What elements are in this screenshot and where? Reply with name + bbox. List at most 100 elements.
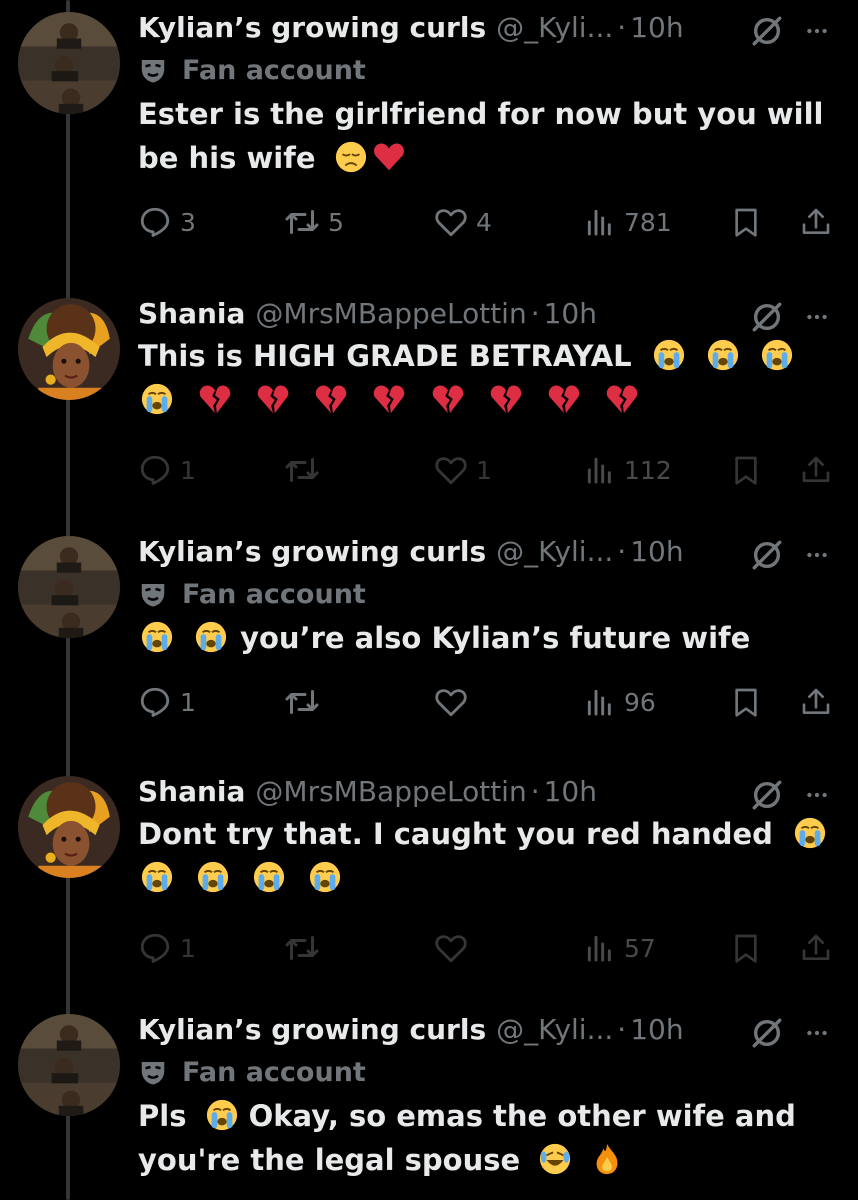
- more-options-icon[interactable]: [804, 18, 830, 44]
- crying-face-emoji: [140, 382, 174, 416]
- crying-face-emoji: [252, 860, 286, 894]
- share-icon: [800, 206, 832, 238]
- more-options-icon[interactable]: [804, 542, 830, 568]
- fire-emoji: [590, 1142, 624, 1176]
- reply-button[interactable]: 1: [138, 450, 196, 490]
- display-name[interactable]: Kylian’s growing curls: [138, 532, 486, 572]
- crying-face-emoji: [205, 1098, 239, 1132]
- user-handle[interactable]: @_Kyli...: [496, 1010, 613, 1050]
- red-heart-emoji: [372, 140, 406, 174]
- more-options-icon[interactable]: [804, 782, 830, 808]
- reply-count: 3: [180, 207, 196, 237]
- bookmark-icon: [730, 206, 762, 238]
- grok-icon[interactable]: [750, 300, 784, 334]
- more-options-icon[interactable]: [804, 304, 830, 330]
- share-button[interactable]: [800, 682, 832, 722]
- reply-icon: [138, 685, 172, 719]
- grok-icon[interactable]: [750, 538, 784, 572]
- avatar[interactable]: [18, 1014, 120, 1116]
- heart-icon: [434, 685, 468, 719]
- timestamp[interactable]: 10h: [544, 294, 597, 334]
- user-handle[interactable]: @MrsMBappeLottin: [255, 294, 526, 334]
- action-bar: 1 96: [138, 682, 838, 722]
- crying-face-emoji: [140, 620, 174, 654]
- crying-face-emoji: [652, 338, 686, 372]
- crying-face-emoji: [760, 338, 794, 372]
- share-button[interactable]: [800, 928, 832, 968]
- grok-icon[interactable]: [750, 1016, 784, 1050]
- user-handle[interactable]: @_Kyli...: [496, 532, 613, 572]
- user-handle[interactable]: @_Kyli...: [496, 8, 613, 48]
- views-button[interactable]: 96: [584, 682, 656, 722]
- view-count: 781: [624, 207, 672, 237]
- repost-button[interactable]: 5: [284, 202, 344, 242]
- separator-dot: ·: [617, 1013, 627, 1046]
- sad-face-emoji: [334, 140, 368, 174]
- reply-button[interactable]: 1: [138, 682, 196, 722]
- like-button[interactable]: 4: [434, 202, 492, 242]
- display-name[interactable]: Shania: [138, 294, 245, 334]
- share-button[interactable]: [800, 202, 832, 242]
- avatar[interactable]: [18, 776, 120, 878]
- broken-heart-emoji: [605, 382, 639, 416]
- bookmark-icon: [730, 454, 762, 486]
- reply-icon: [138, 931, 172, 965]
- views-button[interactable]: 112: [584, 450, 672, 490]
- display-name[interactable]: Shania: [138, 772, 245, 812]
- text-line: Pls: [138, 1099, 187, 1133]
- separator-dot: ·: [617, 11, 627, 44]
- views-icon: [584, 206, 616, 238]
- like-button[interactable]: [434, 928, 468, 968]
- timestamp[interactable]: 10h: [630, 532, 683, 572]
- label-text: Fan account: [182, 578, 366, 610]
- separator-dot: ·: [530, 297, 540, 330]
- more-options-icon[interactable]: [804, 1020, 830, 1046]
- display-name[interactable]: Kylian’s growing curls: [138, 8, 486, 48]
- timestamp[interactable]: 10h: [630, 1010, 683, 1050]
- user-handle[interactable]: @MrsMBappeLottin: [255, 772, 526, 812]
- timestamp[interactable]: 10h: [630, 8, 683, 48]
- avatar[interactable]: [18, 12, 120, 114]
- tweet-text: This is HIGH GRADE BETRAYAL: [138, 334, 838, 422]
- text-line: Ester is the girlfriend for now but you …: [138, 97, 824, 131]
- fan-account-label: Fan account: [138, 1050, 838, 1094]
- crying-face-emoji: [140, 860, 174, 894]
- repost-button[interactable]: [284, 682, 320, 722]
- bookmark-icon: [730, 686, 762, 718]
- timestamp[interactable]: 10h: [544, 772, 597, 812]
- views-button[interactable]: 781: [584, 202, 672, 242]
- repost-count: 5: [328, 207, 344, 237]
- separator-dot: ·: [617, 535, 627, 568]
- share-button[interactable]: [800, 450, 832, 490]
- views-button[interactable]: 57: [584, 928, 656, 968]
- views-icon: [584, 454, 616, 486]
- like-count: 1: [476, 455, 492, 485]
- reply-button[interactable]: 1: [138, 928, 196, 968]
- laughing-tears-emoji: [538, 1142, 572, 1176]
- avatar[interactable]: [18, 536, 120, 638]
- reply-button[interactable]: 3: [138, 202, 196, 242]
- bookmark-button[interactable]: [730, 928, 762, 968]
- bookmark-button[interactable]: [730, 450, 762, 490]
- reply-count: 1: [180, 933, 196, 963]
- avatar[interactable]: [18, 298, 120, 400]
- crying-face-emoji: [706, 338, 740, 372]
- display-name[interactable]: Kylian’s growing curls: [138, 1010, 486, 1050]
- text-line: Dont try that. I caught you red handed: [138, 817, 773, 851]
- crying-face-emoji: [196, 860, 230, 894]
- view-count: 57: [624, 933, 656, 963]
- broken-heart-emoji: [547, 382, 581, 416]
- bookmark-button[interactable]: [730, 202, 762, 242]
- share-icon: [800, 932, 832, 964]
- repost-button[interactable]: [284, 928, 320, 968]
- grok-icon[interactable]: [750, 778, 784, 812]
- like-button[interactable]: 1: [434, 450, 492, 490]
- like-button[interactable]: [434, 682, 468, 722]
- crying-face-emoji: [793, 816, 827, 850]
- grok-icon[interactable]: [750, 14, 784, 48]
- repost-icon: [284, 930, 320, 966]
- bookmark-button[interactable]: [730, 682, 762, 722]
- heart-icon: [434, 205, 468, 239]
- view-count: 112: [624, 455, 672, 485]
- repost-button[interactable]: [284, 450, 320, 490]
